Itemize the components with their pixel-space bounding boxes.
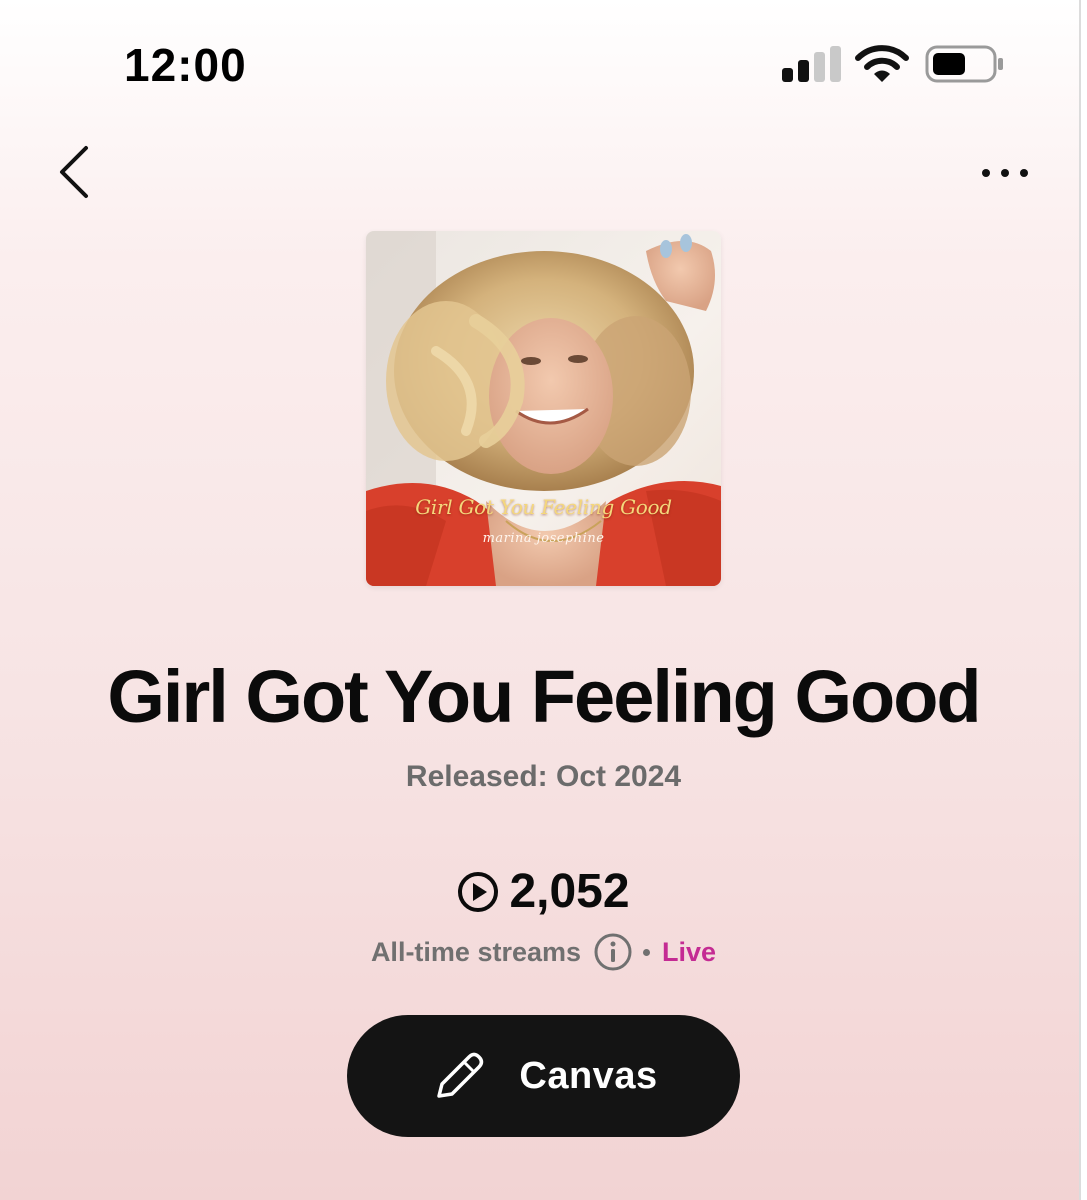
cellular-signal-icon — [782, 46, 842, 82]
chevron-left-icon[interactable] — [52, 140, 102, 204]
more-horizontal-icon[interactable] — [968, 150, 1038, 196]
canvas-button[interactable]: Canvas — [347, 1015, 740, 1137]
album-artwork: Girl Got You Feeling Good marina josephi… — [366, 231, 721, 586]
wifi-icon — [855, 45, 909, 82]
battery-icon — [925, 45, 1003, 83]
streams-count: 2,052 — [509, 865, 630, 918]
play-circle-icon — [458, 871, 499, 912]
live-status: Live — [662, 936, 717, 967]
info-icon[interactable] — [593, 932, 633, 972]
pencil-icon — [437, 1052, 484, 1098]
artwork-overlay-title: Girl Got You Feeling Good — [415, 495, 672, 519]
canvas-button-label: Canvas — [519, 1054, 658, 1097]
release-date: Released: Oct 2024 — [405, 760, 682, 793]
streams-count-row: 2,052 — [0, 864, 1087, 919]
streams-label: All-time streams — [370, 936, 582, 967]
status-time: 12:00 — [124, 39, 247, 91]
streams-subtitle: All-time streams Live — [0, 932, 1087, 972]
screen-edge — [1079, 0, 1087, 1200]
separator-dot — [643, 948, 651, 956]
artwork-overlay-artist: marina josephine — [482, 531, 605, 546]
song-title: Girl Got You Feeling Good — [107, 655, 981, 738]
